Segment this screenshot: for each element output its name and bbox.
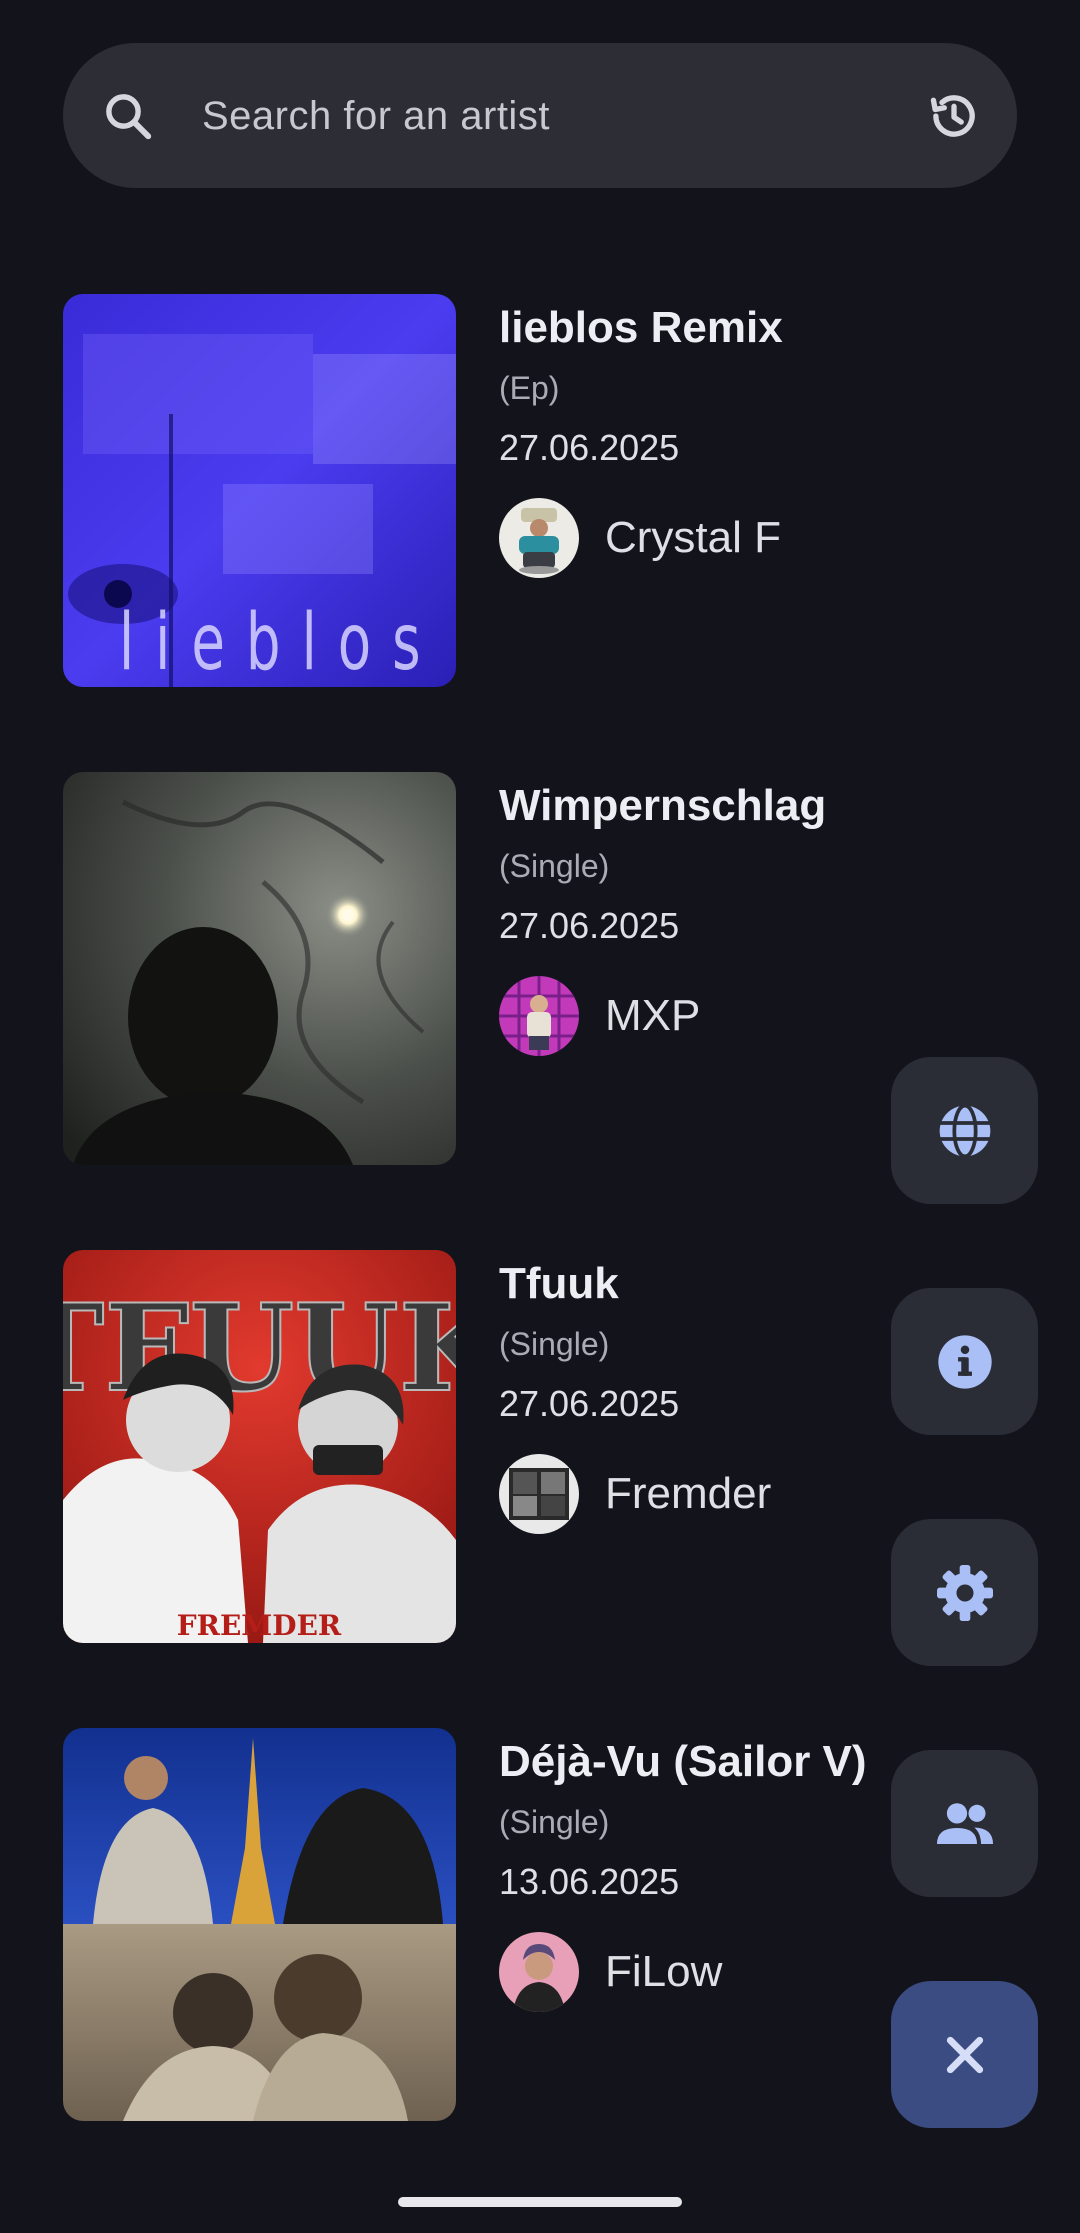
artist-chip[interactable]: FiLow	[499, 1932, 867, 2012]
cover-sub-text: FREMDER	[177, 1609, 342, 1642]
artist-chip[interactable]: Crystal F	[499, 498, 783, 578]
artist-name: MXP	[605, 991, 701, 1040]
globe-icon	[939, 1103, 990, 1158]
release-title: Déjà-Vu (Sailor V)	[499, 1737, 867, 1786]
release-type: (Ep)	[499, 370, 560, 406]
release-type: (Single)	[499, 1326, 610, 1362]
artist-chip[interactable]: Fremder	[499, 1454, 771, 1534]
artist-name: Fremder	[605, 1469, 772, 1518]
artist-name: FiLow	[605, 1947, 723, 1996]
release-cover[interactable]: TFUUK FREMDER	[63, 1250, 456, 1643]
release-type: (Single)	[499, 1804, 610, 1840]
release-date: 27.06.2025	[499, 427, 680, 468]
globe-button[interactable]	[891, 1057, 1038, 1204]
search-input[interactable]	[200, 43, 924, 190]
artists-button[interactable]	[891, 1750, 1038, 1897]
artist-avatar	[499, 498, 579, 578]
cover-text: lieblos	[119, 597, 442, 687]
settings-button[interactable]	[891, 1519, 1038, 1666]
people-icon	[936, 1802, 993, 1844]
artist-avatar	[499, 976, 579, 1056]
release-date: 27.06.2025	[499, 1383, 680, 1424]
release-title: Wimpernschlag	[499, 781, 827, 830]
release-title: lieblos Remix	[499, 303, 783, 352]
artist-avatar	[499, 1932, 579, 2012]
release-date: 13.06.2025	[499, 1861, 680, 1902]
artist-avatar	[499, 1454, 579, 1534]
release-title: Tfuuk	[499, 1259, 619, 1308]
search-bar[interactable]	[63, 43, 1017, 190]
info-icon	[937, 1334, 992, 1389]
release-cover[interactable]	[63, 1728, 456, 2121]
history-icon[interactable]	[925, 87, 983, 145]
close-icon	[946, 2036, 983, 2073]
release-info: Tfuuk (Single) 27.06.2025 Fremder	[499, 1250, 771, 1534]
search-icon	[106, 93, 152, 139]
close-button[interactable]	[891, 1981, 1038, 2128]
artist-name: Crystal F	[605, 513, 781, 562]
release-cover[interactable]	[63, 772, 456, 1165]
release-cover[interactable]: lieblos	[63, 294, 456, 687]
screen: lieblos lieblos Remix (Ep) 27.06.2025	[0, 0, 1080, 2233]
release-info: lieblos Remix (Ep) 27.06.2025 Crystal F	[499, 294, 783, 578]
home-indicator[interactable]	[398, 2197, 682, 2207]
info-button[interactable]	[891, 1288, 1038, 1435]
release-date: 27.06.2025	[499, 905, 680, 946]
release-item[interactable]: lieblos lieblos Remix (Ep) 27.06.2025 Cr…	[63, 294, 1063, 687]
gear-icon	[936, 1564, 993, 1621]
release-type: (Single)	[499, 848, 610, 884]
artist-chip[interactable]: MXP	[499, 976, 826, 1056]
release-info: Wimpernschlag (Single) 27.06.2025 MXP	[499, 772, 826, 1056]
release-info: Déjà-Vu (Sailor V) (Single) 13.06.2025 F…	[499, 1728, 867, 2012]
